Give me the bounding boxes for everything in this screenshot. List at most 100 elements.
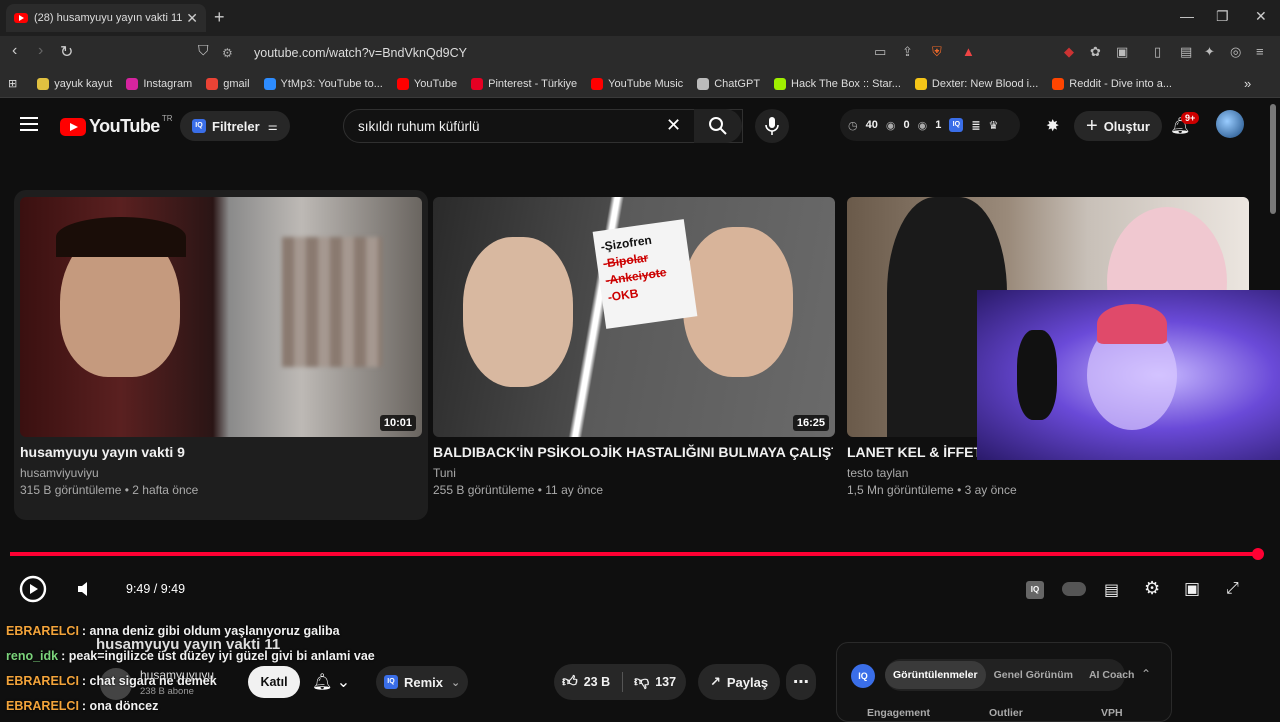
restore-icon[interactable]: ❐ [1216,8,1229,25]
video-card-2[interactable]: -Şizofren -Bipolar -Ankeiyote -OKB 16:25… [427,190,841,520]
extension-stats[interactable]: ◷ 40 ◉ 0 ◉ 1 IQ ≣ ♛ [840,109,1020,141]
iq-icon: IQ [192,119,206,133]
close-window-icon[interactable]: ✕ [1255,8,1267,25]
url-text: youtube.com/watch?v=BndVknQd9CY [254,46,467,60]
join-button[interactable]: Katıl [248,666,300,698]
tab-overview[interactable]: Genel Görünüm [986,661,1081,689]
progress-handle[interactable] [1252,548,1264,560]
bookmark-item[interactable]: Instagram [126,77,192,90]
bookmark-favicon-icon [591,77,604,90]
progress-bar[interactable] [10,552,1260,556]
browser-tab[interactable]: (28) husamyuyu yayın vakti 11 - ✕ [6,4,206,32]
video-title[interactable]: BALDIBACK'İN PSİKOLOJİK HASTALIĞINI BULM… [433,444,833,460]
fullscreen-icon[interactable]: ⤢ [1226,580,1239,598]
search-input[interactable]: sıkıldı ruhum küfürlü [343,109,743,143]
bookmark-item[interactable]: yayuk kayut [37,77,112,90]
iq-player-icon[interactable]: IQ [1026,581,1044,599]
hamburger-menu-icon[interactable] [20,117,38,131]
dislike-button[interactable]: 👎︎ 137 [634,673,676,691]
chat-message: EBRARELCI: anna deniz gibi oldum yaşlanı… [6,624,340,638]
wallet-icon[interactable]: ▤ [1180,44,1192,60]
collapse-icon[interactable]: ⌃ [1141,667,1151,681]
replay-icon[interactable] [18,574,48,609]
bookmark-item[interactable]: Hack The Box :: Star... [774,77,901,90]
filters-button[interactable]: IQ Filtreler ⚌ [180,111,290,141]
cast-icon[interactable]: ▭ [874,44,886,60]
video-channel[interactable]: husamviyuviyu [20,466,99,480]
hair [56,217,186,257]
tab-close-icon[interactable]: ✕ [186,10,198,27]
bookmark-item[interactable]: YtMp3: YouTube to... [263,77,383,90]
video-title[interactable]: husamyuyu yayın vakti 9 [20,444,420,460]
filters-label: Filtreler [212,118,260,134]
brave-shield-icon[interactable]: ⛨ [932,44,942,60]
miniplayer-icon[interactable]: ▣ [1184,579,1200,599]
eye-icon: ◉ [885,119,896,132]
menu-icon[interactable]: ≡ [1256,44,1264,59]
forward-icon[interactable]: › [38,42,43,60]
bookmark-icon[interactable]: ⛉ [198,42,209,59]
video-card-1[interactable]: 10:01 husamyuyu yayın vakti 9 husamviyuv… [14,190,428,520]
bookmark-item[interactable]: YouTube Music [591,77,683,90]
extension-red-icon[interactable]: ◆ [1064,44,1074,60]
remix-button[interactable]: IQ Remix ⌄ [376,666,468,698]
new-tab-icon[interactable]: + [214,7,225,28]
like-button[interactable]: 👍︎ 23 B [562,673,610,691]
bookmark-item[interactable]: Reddit - Dive into a... [1052,77,1172,90]
more-bookmarks-icon[interactable]: » [1244,76,1251,91]
settings-gear-icon[interactable]: ⚙ [1144,578,1160,599]
minimize-icon[interactable]: — [1180,8,1194,24]
tab-ai-coach[interactable]: AI Coach [1081,661,1143,689]
time-display: 9:49 / 9:49 [126,582,186,596]
video-thumbnail[interactable]: -Şizofren -Bipolar -Ankeiyote -OKB 16:25 [433,197,835,437]
video-channel[interactable]: testo taylan [847,466,908,480]
sidebar-icon[interactable]: ▯ [1154,44,1161,60]
back-icon[interactable]: ‹ [12,42,17,60]
bookmark-favicon-icon [914,77,927,90]
create-button[interactable]: + Oluştur [1074,111,1162,141]
extensions-icon[interactable]: ✿ [1090,44,1101,60]
thumbs-up-icon: 👍︎ [562,673,578,690]
vpn-icon[interactable]: ◎ [1230,44,1241,60]
search-button[interactable] [694,109,742,143]
rewards-icon[interactable]: ▲ [962,44,975,59]
leo-ai-icon[interactable]: ✦ [1204,44,1215,60]
site-info-icon[interactable]: ⚙ [222,46,236,60]
subtitles-icon[interactable]: ▤ [1104,580,1119,600]
like-dislike-group: 👍︎ 23 B 👎︎ 137 [554,664,686,700]
bookmark-item[interactable]: ChatGPT [697,77,760,90]
apps-icon[interactable]: ⊞ [8,77,17,90]
santa-hat [1097,304,1167,344]
bookmark-item[interactable]: Pinterest - Türkiye [471,77,577,90]
bookmark-favicon-icon [126,77,139,90]
voice-search-button[interactable] [755,109,789,143]
page-scrollbar[interactable] [1270,104,1276,214]
reload-icon[interactable]: ↻ [60,42,73,62]
tab-views[interactable]: Görüntülenmeler [885,661,986,689]
video-thumbnail[interactable]: 10:01 [20,197,422,437]
more-actions-button[interactable]: ⋯ [786,664,816,700]
browser-toolbar: ‹ › ↻ ⛉ ⚙ youtube.com/watch?v=BndVknQd9C… [0,36,1280,70]
bookmarks-bar: ⊞ yayuk kayut Instagram gmail YtMp3: YouTub… [0,70,1280,98]
chat-message: EBRARELCI: chat sigara ne demek [6,674,217,688]
iq-analytics-panel: IQ Görüntülenmeler Genel Görünüm AI Coac… [836,642,1172,722]
screenshot-icon[interactable]: ▣ [1116,44,1128,60]
subscription-bell-icon[interactable]: 🔔︎ ⌄ [312,672,350,692]
share-button[interactable]: ↗ Paylaş [698,664,780,700]
autoplay-toggle[interactable] [1062,582,1086,596]
clear-search-icon[interactable]: ✕ [666,115,681,136]
iq-icon[interactable]: IQ [949,118,964,132]
video-channel[interactable]: Tuni [433,466,456,480]
volume-icon[interactable] [76,580,96,603]
share-page-icon[interactable]: ⇪ [902,44,913,60]
bookmark-item[interactable]: YouTube [396,77,457,90]
bookmark-favicon-icon [1052,77,1065,90]
list-icon[interactable]: ≣ [971,119,980,132]
sparkle-icon[interactable]: ✸ [1046,116,1059,136]
avatar[interactable] [1216,110,1244,138]
trophy-icon[interactable]: ♛ [989,119,999,132]
youtube-logo[interactable]: YouTube TR [60,114,173,137]
youtube-play-icon [60,117,86,136]
bookmark-item[interactable]: gmail [206,77,250,90]
bookmark-item[interactable]: Dexter: New Blood i... [914,77,1038,90]
